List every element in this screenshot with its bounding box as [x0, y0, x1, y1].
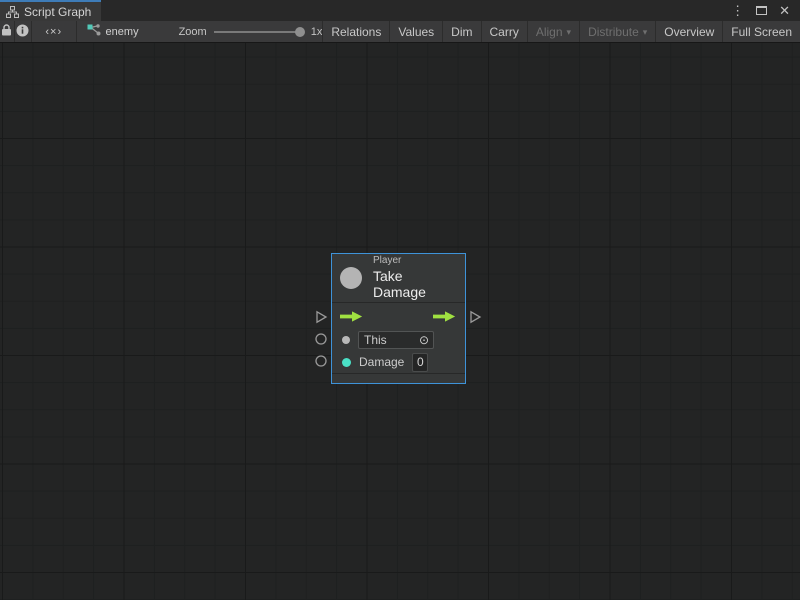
external-flow-output-port[interactable]	[469, 310, 482, 329]
damage-port-label: Damage	[359, 355, 404, 369]
node-header[interactable]: Player Take Damage	[332, 254, 465, 303]
damage-port-row: Damage 0	[332, 351, 465, 373]
dim-button[interactable]: Dim	[442, 21, 480, 42]
object-picker-icon[interactable]: ⊙	[419, 334, 429, 346]
this-port-dot[interactable]	[342, 336, 350, 344]
graph-name: enemy	[106, 26, 139, 38]
zoom-label: Zoom	[179, 26, 207, 38]
flow-port-row	[332, 303, 465, 330]
align-dropdown[interactable]: Align ▾	[527, 21, 579, 42]
graph-machine-icon	[87, 24, 101, 39]
zoom-control: Zoom 1x	[179, 26, 323, 38]
window-menu-icon[interactable]: ⋮	[727, 0, 748, 21]
tab-script-graph[interactable]: Script Graph	[0, 0, 101, 21]
chevron-down-icon: ▾	[567, 27, 572, 38]
zoom-slider-handle[interactable]	[295, 27, 305, 37]
this-port-row: This ⊙	[332, 329, 465, 351]
zoom-slider[interactable]	[214, 27, 304, 37]
node-category: Player	[373, 255, 455, 266]
graph-hierarchy-icon	[6, 6, 19, 18]
player-unit-icon	[340, 267, 362, 289]
tab-title: Script Graph	[24, 5, 91, 19]
graph-toolbar: ‹×› enemy Zoom 1x	[0, 21, 800, 43]
damage-port-dot[interactable]	[342, 358, 351, 367]
graph-canvas[interactable]: Player Take Damage This ⊙	[0, 43, 800, 600]
node-take-damage[interactable]: Player Take Damage This ⊙	[331, 253, 466, 384]
damage-value-field[interactable]: 0	[412, 353, 428, 372]
zoom-value: 1x	[311, 26, 323, 38]
relations-button[interactable]: Relations	[322, 21, 389, 42]
code-toggle-icon: ‹×›	[45, 26, 62, 38]
this-field-label: This	[364, 333, 387, 347]
external-flow-input-port[interactable]	[315, 310, 328, 329]
info-icon	[16, 24, 29, 40]
lock-button[interactable]	[0, 21, 15, 42]
node-footer	[332, 373, 465, 383]
chevron-down-icon: ▾	[643, 27, 648, 38]
script-graph-window: Script Graph ⋮ ✕	[0, 0, 800, 600]
close-icon[interactable]: ✕	[775, 0, 794, 21]
graph-breadcrumb[interactable]: enemy	[87, 24, 139, 39]
tab-bar: Script Graph ⋮ ✕	[0, 0, 800, 21]
carry-button[interactable]: Carry	[481, 21, 527, 42]
info-button[interactable]	[15, 21, 32, 42]
value-display-toggle[interactable]: ‹×›	[32, 21, 77, 42]
node-title: Take Damage	[373, 268, 455, 300]
flow-input-arrow-icon[interactable]	[340, 310, 364, 323]
toolbar-buttons: Relations Values Dim Carry Align ▾ Distr…	[322, 21, 800, 42]
this-object-field[interactable]: This ⊙	[358, 331, 434, 349]
flow-output-arrow-icon[interactable]	[433, 310, 457, 323]
overview-button[interactable]: Overview	[655, 21, 722, 42]
window-controls: ⋮ ✕	[727, 0, 800, 21]
lock-icon	[1, 24, 12, 39]
values-button[interactable]: Values	[389, 21, 442, 42]
node-titles: Player Take Damage	[373, 255, 455, 300]
maximize-icon[interactable]	[756, 6, 767, 15]
zoom-slider-track	[214, 31, 304, 33]
external-this-port[interactable]	[315, 332, 327, 350]
distribute-dropdown[interactable]: Distribute ▾	[579, 21, 655, 42]
full-screen-button[interactable]: Full Screen	[722, 21, 800, 42]
external-damage-port[interactable]	[315, 354, 327, 372]
